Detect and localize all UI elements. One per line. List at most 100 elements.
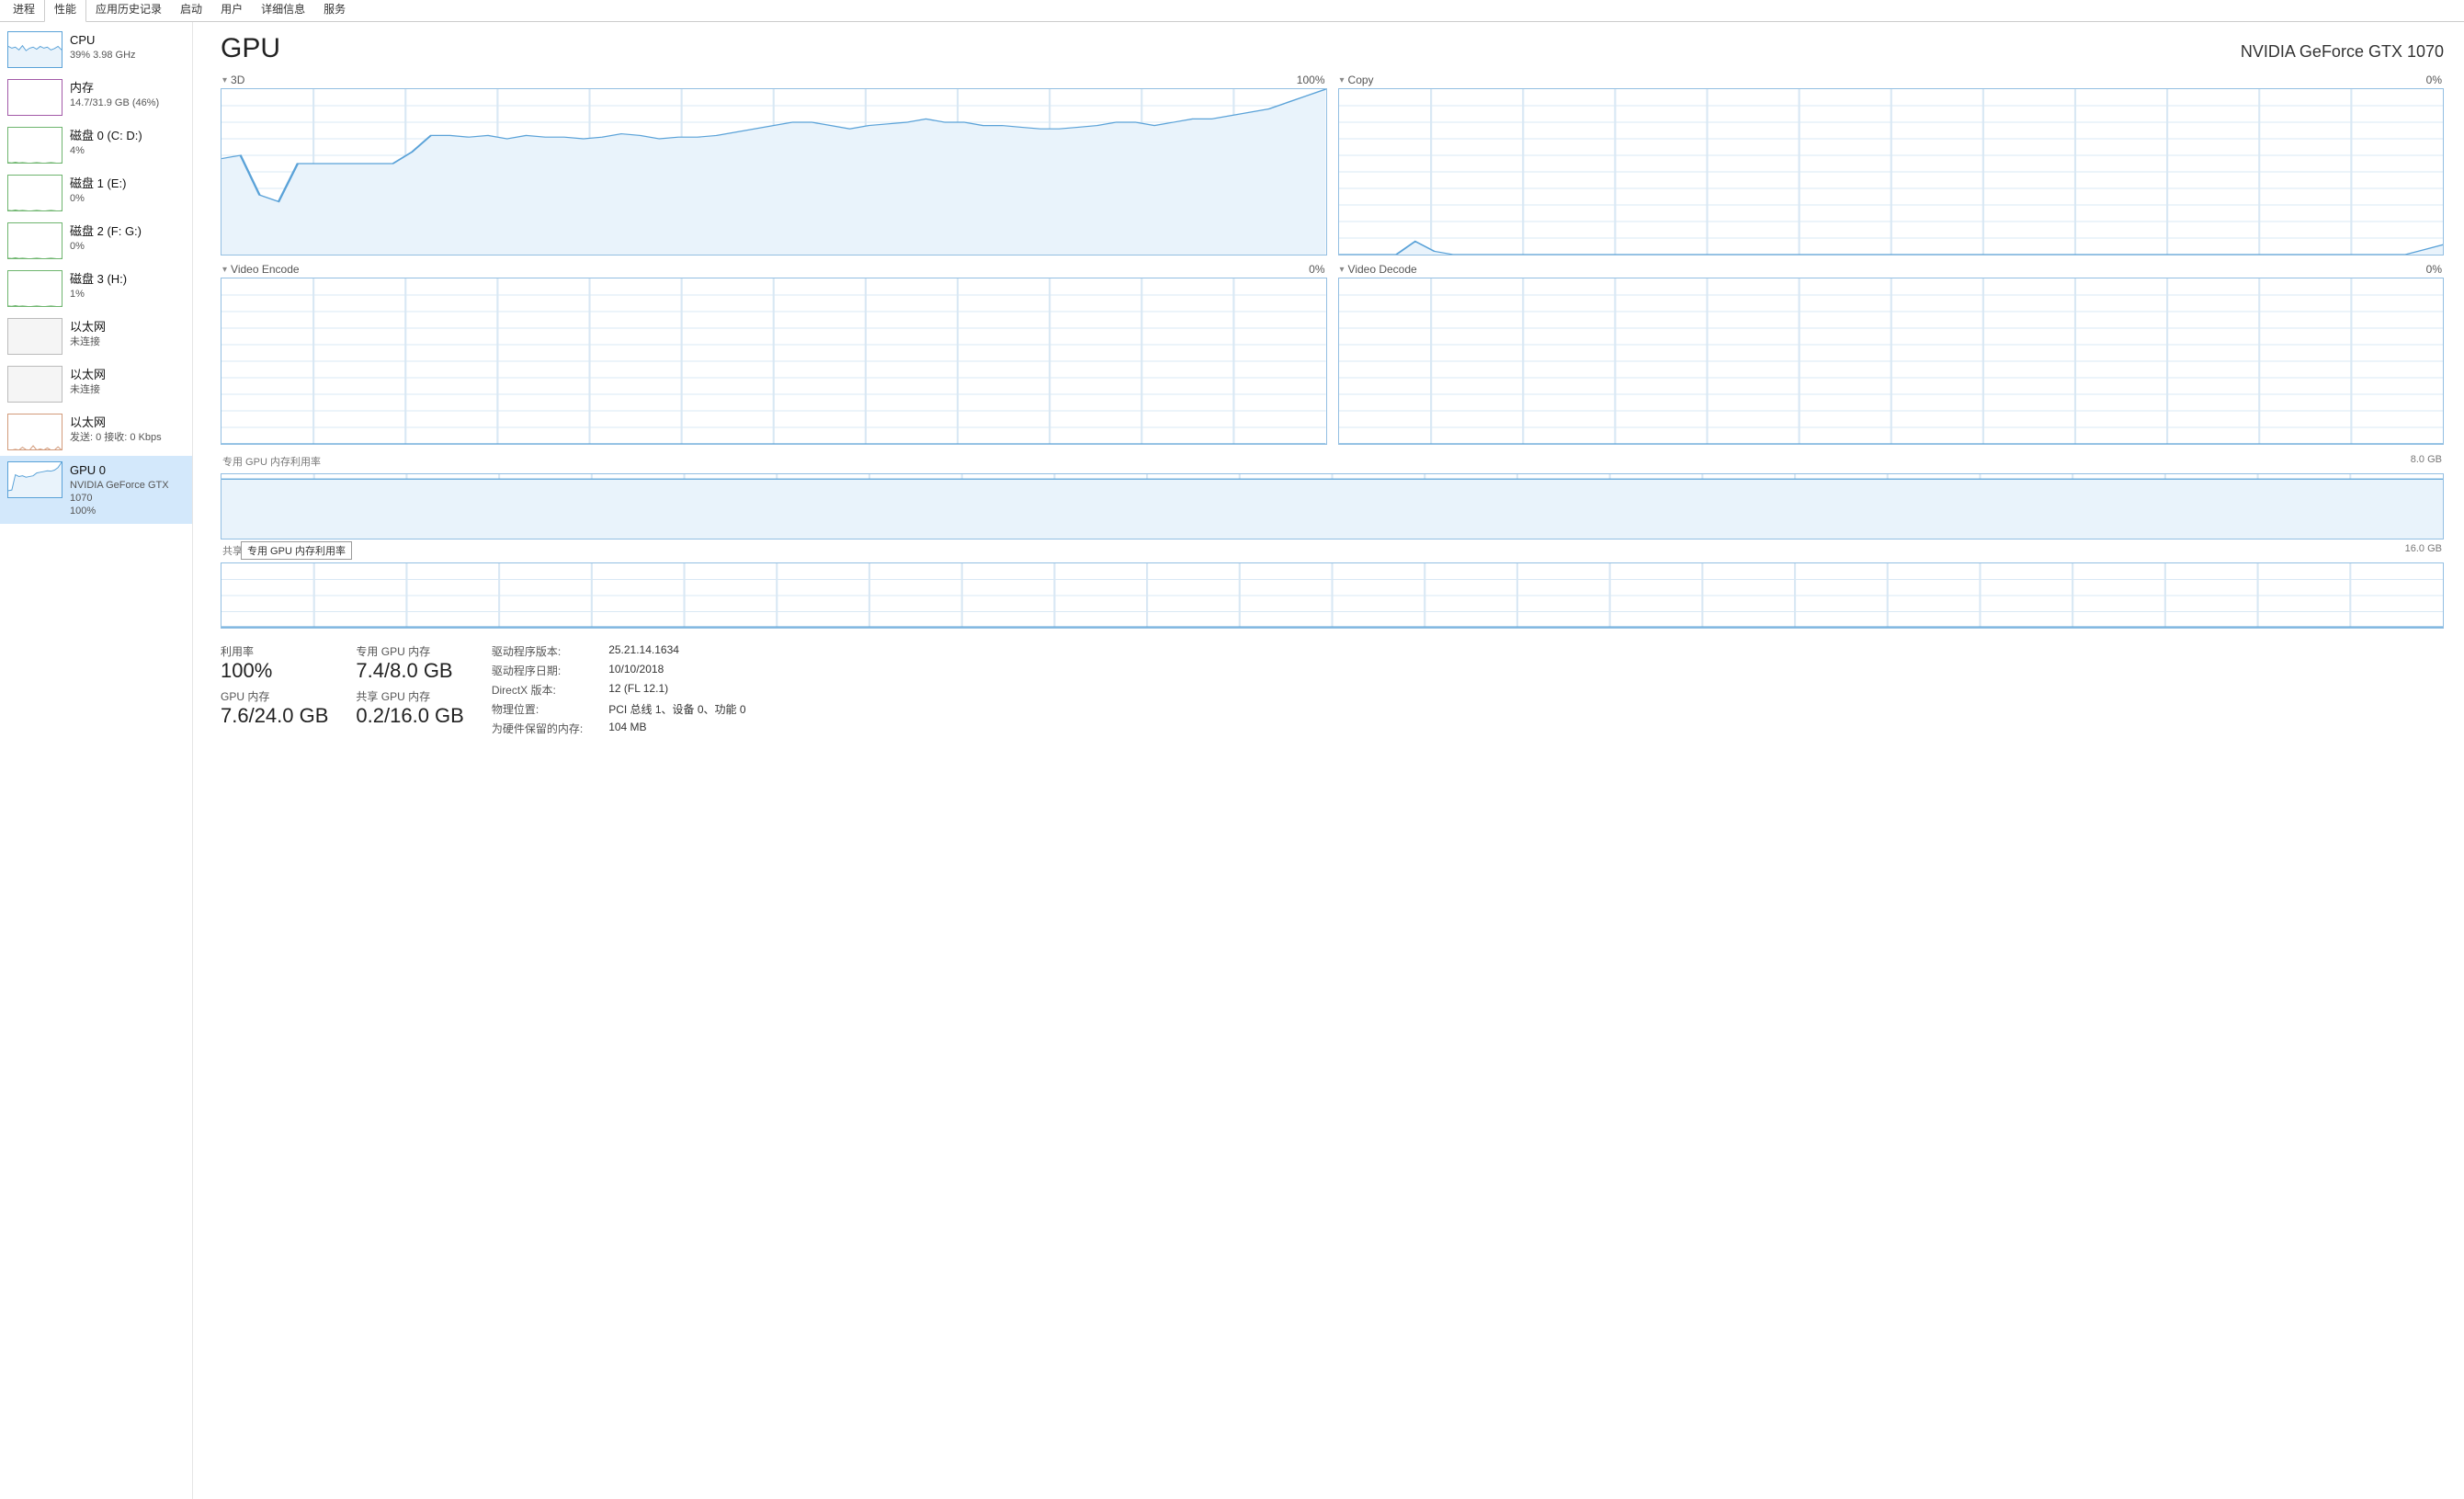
engine-name[interactable]: 3D <box>231 74 244 86</box>
engine-scale-max: 0% <box>1309 263 1324 276</box>
info-key-3: 物理位置: <box>492 701 583 717</box>
sidebar-item-mem[interactable]: 内存14.7/31.9 GB (46%) <box>0 74 192 121</box>
memory-chart-max: 16.0 GB <box>2405 543 2442 558</box>
sidebar-item-sub: 4% <box>70 144 142 157</box>
memory-chart-label: 专用 GPU 内存利用率 <box>222 454 321 469</box>
tab-1[interactable]: 性能 <box>44 0 86 22</box>
sidebar-thumb-eth1 <box>7 366 62 403</box>
engine-chart-copy: ▾Copy 0% <box>1338 74 2445 256</box>
sidebar-item-disk0[interactable]: 磁盘 0 (C: D:)4% <box>0 121 192 169</box>
engine-chart-box[interactable] <box>221 278 1327 445</box>
info-val-4: 104 MB <box>608 721 745 736</box>
memory-chart-box-1[interactable] <box>221 562 2444 629</box>
stat-utilization-label: 利用率 <box>221 643 328 659</box>
engine-chart-3d: ▾ 3D 100% <box>221 74 1327 256</box>
tab-4[interactable]: 用户 <box>211 0 252 21</box>
info-val-0: 25.21.14.1634 <box>608 643 745 659</box>
engine-chart-video-decode: ▾Video Decode 0% <box>1338 263 2445 445</box>
info-key-2: DirectX 版本: <box>492 682 583 698</box>
engine-scale-max: 100% <box>1297 74 1325 86</box>
engine-scale-max: 0% <box>2426 263 2442 276</box>
memory-chart-head-1: 共享 GPU 内存利用率16.0 GB专用 GPU 内存利用率 <box>221 543 2444 559</box>
stat-dedicated-memory-label: 专用 GPU 内存 <box>356 643 463 659</box>
sidebar-item-sub2: 100% <box>70 505 185 517</box>
stat-dedicated-memory-value: 7.4/8.0 GB <box>356 659 463 683</box>
memory-chart-max: 8.0 GB <box>2411 454 2442 469</box>
sidebar-item-title: 以太网 <box>70 320 106 335</box>
sidebar-item-title: 以太网 <box>70 368 106 383</box>
chevron-down-icon[interactable]: ▾ <box>222 75 227 85</box>
sidebar-item-disk1[interactable]: 磁盘 1 (E:)0% <box>0 169 192 217</box>
sidebar-item-title: 磁盘 1 (E:) <box>70 176 126 192</box>
chevron-down-icon[interactable]: ▾ <box>1340 75 1345 85</box>
sidebar-item-sub: 0% <box>70 192 126 205</box>
info-key-4: 为硬件保留的内存: <box>492 721 583 736</box>
stat-gpu-memory-label: GPU 内存 <box>221 688 328 704</box>
engine-chart-video-encode: ▾ Video Encode 0% <box>221 263 1327 445</box>
sidebar-thumb-cpu <box>7 31 62 68</box>
sidebar-item-eth2[interactable]: 以太网发送: 0 接收: 0 Kbps <box>0 408 192 456</box>
sidebar-thumb-gpu0 <box>7 461 62 498</box>
sidebar-item-title: 磁盘 3 (H:) <box>70 272 127 288</box>
gpu-detail-pane: GPU NVIDIA GeForce GTX 1070 ▾3D100%▾Copy… <box>193 22 2464 1499</box>
sidebar-item-eth1[interactable]: 以太网未连接 <box>0 360 192 408</box>
sidebar-item-title: CPU <box>70 33 136 49</box>
sidebar-thumb-disk3 <box>7 270 62 307</box>
page-title: GPU <box>221 33 280 64</box>
sidebar-thumb-disk1 <box>7 175 62 211</box>
sidebar-item-disk3[interactable]: 磁盘 3 (H:)1% <box>0 265 192 312</box>
tab-bar: 进程性能应用历史记录启动用户详细信息服务 <box>0 0 2464 22</box>
sidebar-thumb-eth0 <box>7 318 62 355</box>
sidebar-item-sub: NVIDIA GeForce GTX 1070 <box>70 479 185 505</box>
chevron-down-icon[interactable]: ▾ <box>222 265 227 275</box>
tab-3[interactable]: 启动 <box>171 0 211 21</box>
sidebar-item-eth0[interactable]: 以太网未连接 <box>0 312 192 360</box>
sidebar-item-title: 内存 <box>70 81 159 97</box>
engine-chart-box[interactable] <box>221 88 1327 256</box>
sidebar-item-sub: 未连接 <box>70 335 106 348</box>
sidebar-thumb-mem <box>7 79 62 116</box>
gpu-model-name: NVIDIA GeForce GTX 1070 <box>2241 42 2444 62</box>
stat-gpu-memory-value: 7.6/24.0 GB <box>221 704 328 728</box>
tab-2[interactable]: 应用历史记录 <box>86 0 171 21</box>
info-val-3: PCI 总线 1、设备 0、功能 0 <box>608 701 745 717</box>
engine-chart-box[interactable] <box>1338 278 2445 445</box>
sidebar-item-gpu0[interactable]: GPU 0NVIDIA GeForce GTX 1070100% <box>0 456 192 524</box>
tab-0[interactable]: 进程 <box>4 0 44 21</box>
info-key-0: 驱动程序版本: <box>492 643 583 659</box>
gpu-info-table: 驱动程序版本: 25.21.14.1634 驱动程序日期: 10/10/2018 Dir… <box>492 643 746 736</box>
stat-shared-memory-label: 共享 GPU 内存 <box>356 688 463 704</box>
memory-chart-label: 共享 GPU 内存利用率 <box>222 543 321 558</box>
engine-name[interactable]: Copy <box>1348 74 1374 86</box>
sidebar-item-sub: 39% 3.98 GHz <box>70 49 136 62</box>
tab-5[interactable]: 详细信息 <box>252 0 314 21</box>
info-val-1: 10/10/2018 <box>608 663 745 678</box>
sidebar-item-title: 以太网 <box>70 415 162 431</box>
stat-shared-memory-value: 0.2/16.0 GB <box>356 704 463 728</box>
sidebar-item-title: 磁盘 2 (F: G:) <box>70 224 142 240</box>
tab-6[interactable]: 服务 <box>314 0 355 21</box>
stat-utilization-value: 100% <box>221 659 328 683</box>
sidebar-item-sub: 1% <box>70 288 127 301</box>
engine-chart-box[interactable] <box>1338 88 2445 256</box>
engine-scale-max: 0% <box>2426 74 2442 86</box>
engine-name[interactable]: Video Decode <box>1348 263 1417 276</box>
sidebar-thumb-disk0 <box>7 127 62 164</box>
performance-sidebar[interactable]: CPU39% 3.98 GHz内存14.7/31.9 GB (46%)磁盘 0 … <box>0 22 193 1499</box>
engine-name[interactable]: Video Encode <box>231 263 300 276</box>
info-key-1: 驱动程序日期: <box>492 663 583 678</box>
memory-chart-box-0[interactable] <box>221 473 2444 539</box>
sidebar-item-cpu[interactable]: CPU39% 3.98 GHz <box>0 26 192 74</box>
sidebar-item-disk2[interactable]: 磁盘 2 (F: G:)0% <box>0 217 192 265</box>
sidebar-thumb-eth2 <box>7 414 62 450</box>
sidebar-item-sub: 0% <box>70 240 142 253</box>
sidebar-thumb-disk2 <box>7 222 62 259</box>
memory-chart-head-0: 专用 GPU 内存利用率 8.0 GB <box>221 454 2444 470</box>
sidebar-item-title: 磁盘 0 (C: D:) <box>70 129 142 144</box>
sidebar-item-title: GPU 0 <box>70 463 185 479</box>
info-val-2: 12 (FL 12.1) <box>608 682 745 698</box>
sidebar-item-sub: 发送: 0 接收: 0 Kbps <box>70 431 162 444</box>
sidebar-item-sub: 未连接 <box>70 383 106 396</box>
chevron-down-icon[interactable]: ▾ <box>1340 265 1345 275</box>
sidebar-item-sub: 14.7/31.9 GB (46%) <box>70 97 159 109</box>
